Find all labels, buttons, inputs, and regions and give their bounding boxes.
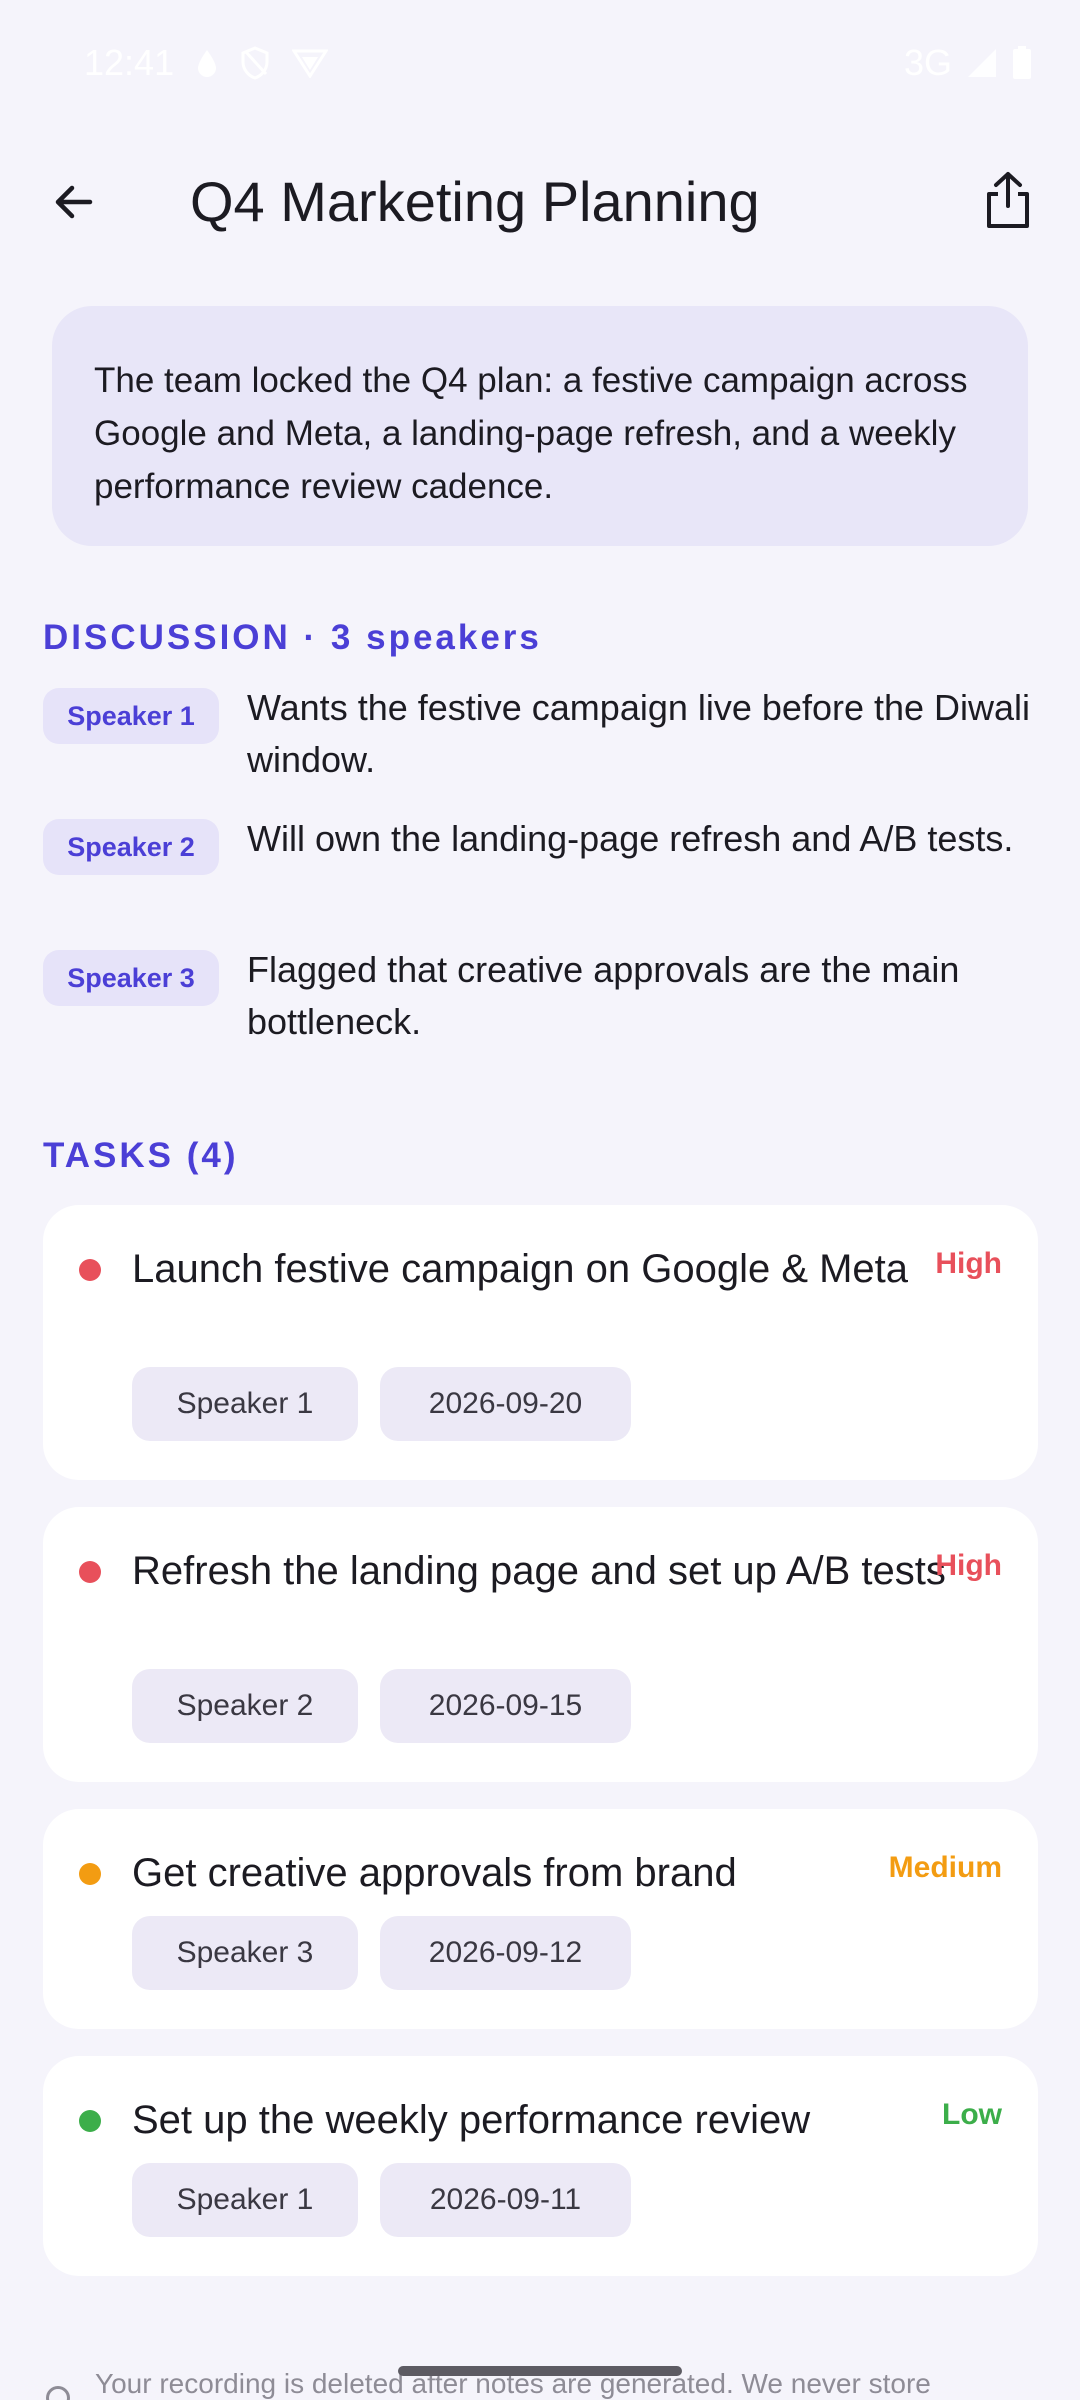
due-date-chip: 2026-09-15 — [380, 1669, 631, 1743]
assignee-chip: Speaker 1 — [132, 2163, 358, 2237]
home-indicator[interactable] — [398, 2366, 682, 2376]
task-priority: High — [935, 1549, 1002, 1582]
discussion-text: Flagged that creative approvals are the … — [247, 949, 960, 1042]
discussion-heading: DISCUSSION · 3 speakers — [43, 618, 542, 657]
page-title: Q4 Marketing Planning — [190, 170, 760, 233]
info-icon — [46, 2386, 70, 2400]
priority-dot — [79, 1561, 101, 1583]
signal-icon — [966, 47, 998, 79]
speaker-chip: Speaker 1 — [43, 688, 219, 744]
speaker-chip: Speaker 2 — [43, 819, 219, 875]
task-priority: Medium — [888, 1851, 1002, 1884]
discussion-text: Will own the landing-page refresh and A/… — [247, 818, 1014, 859]
app-bar: Q4 Marketing Planning — [0, 150, 1080, 254]
task-chips: Speaker 3 2026-09-12 — [132, 1916, 631, 1990]
assignee-chip: Speaker 1 — [132, 1367, 358, 1441]
tasks-heading: TASKS (4) — [43, 1136, 239, 1175]
assignee-chip: Speaker 3 — [132, 1916, 358, 1990]
summary-card: The team locked the Q4 plan: a festive c… — [52, 306, 1028, 546]
task-priority: High — [935, 1247, 1002, 1280]
task-card[interactable]: Refresh the landing page and set up A/B … — [43, 1507, 1038, 1782]
shield-icon — [240, 46, 270, 80]
priority-dot — [79, 1863, 101, 1885]
task-priority: Low — [942, 2098, 1002, 2131]
task-card[interactable]: Set up the weekly performance review Low… — [43, 2056, 1038, 2276]
share-icon — [984, 170, 1032, 235]
task-card[interactable]: Get creative approvals from brand Medium… — [43, 1809, 1038, 2029]
priority-dot — [79, 1259, 101, 1281]
share-button[interactable] — [966, 160, 1050, 244]
summary-text: The team locked the Q4 plan: a festive c… — [94, 361, 968, 506]
priority-dot — [79, 2110, 101, 2132]
discussion-text: Wants the festive campaign live before t… — [247, 687, 1031, 780]
arrow-left-icon — [50, 178, 98, 231]
back-button[interactable] — [34, 164, 114, 244]
task-chips: Speaker 2 2026-09-15 — [132, 1669, 631, 1743]
due-date-chip: 2026-09-11 — [380, 2163, 631, 2237]
task-title: Set up the weekly performance review — [132, 2098, 811, 2142]
task-chips: Speaker 1 2026-09-11 — [132, 2163, 631, 2237]
task-chips: Speaker 1 2026-09-20 — [132, 1367, 631, 1441]
task-title: Get creative approvals from brand — [132, 1851, 737, 1895]
vpn-icon — [292, 48, 329, 78]
assignee-chip: Speaker 2 — [132, 1669, 358, 1743]
status-time: 12:41 — [84, 42, 175, 83]
task-title: Refresh the landing page and set up A/B … — [132, 1549, 946, 1593]
task-title: Launch festive campaign on Google & Meta — [132, 1247, 909, 1291]
task-card[interactable]: Launch festive campaign on Google & Meta… — [43, 1205, 1038, 1480]
status-bar: 12:41 3G — [0, 0, 1080, 128]
speaker-chip: Speaker 3 — [43, 950, 219, 1006]
due-date-chip: 2026-09-12 — [380, 1916, 631, 1990]
network-type: 3G — [903, 42, 952, 83]
drop-icon — [196, 48, 218, 78]
due-date-chip: 2026-09-20 — [380, 1367, 631, 1441]
battery-icon — [1012, 46, 1032, 80]
